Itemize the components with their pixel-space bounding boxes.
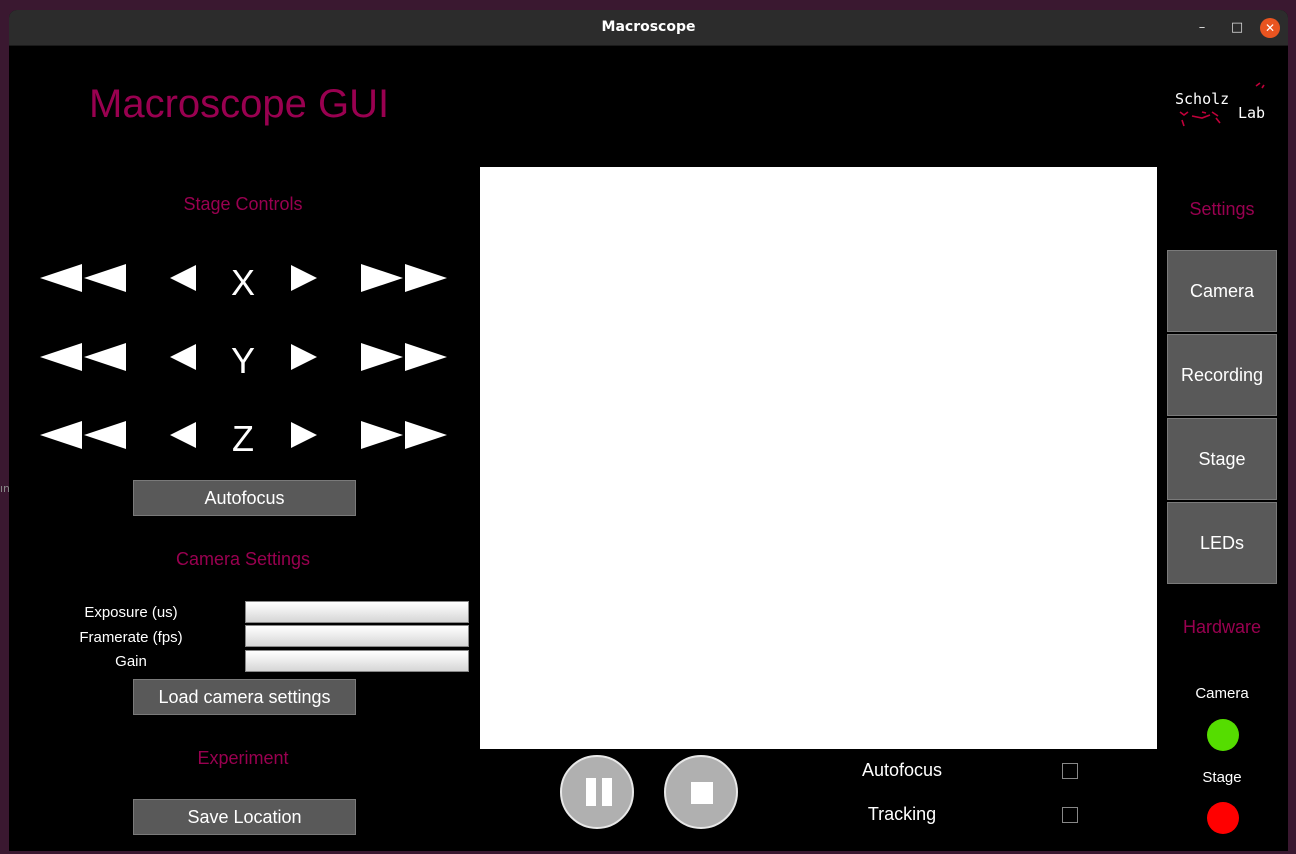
- x-forward-icon[interactable]: [291, 264, 319, 292]
- camera-status-indicator: [1207, 719, 1239, 751]
- experiment-heading: Experiment: [197, 748, 289, 768]
- gain-field[interactable]: [245, 650, 469, 672]
- tracking-toggle-label: Tracking: [867, 804, 937, 824]
- y-fast-backward-icon[interactable]: [40, 341, 128, 373]
- pause-icon: [586, 778, 596, 806]
- hardware-camera-label: Camera: [1195, 685, 1249, 702]
- minimize-icon[interactable]: –: [1192, 18, 1212, 38]
- y-forward-icon[interactable]: [291, 343, 319, 371]
- axis-label-y: Y: [230, 340, 255, 381]
- settings-camera-button[interactable]: Camera: [1167, 250, 1277, 332]
- settings-stage-button[interactable]: Stage: [1167, 418, 1277, 500]
- autofocus-checkbox[interactable]: [1062, 763, 1078, 779]
- stage-controls-heading: Stage Controls: [183, 194, 303, 214]
- hardware-heading: Hardware: [1182, 617, 1262, 637]
- camera-view: [480, 167, 1157, 749]
- axis-label-x: X: [230, 262, 255, 303]
- logo-text-scholz: Scholz: [1175, 90, 1230, 108]
- pause-button[interactable]: [560, 755, 634, 829]
- framerate-label: Framerate (fps): [79, 629, 183, 646]
- tracking-checkbox[interactable]: [1062, 807, 1078, 823]
- maximize-icon[interactable]: □: [1227, 18, 1247, 38]
- z-forward-icon[interactable]: [291, 421, 319, 449]
- load-camera-settings-button[interactable]: Load camera settings: [133, 679, 356, 715]
- autofocus-toggle-label: Autofocus: [861, 760, 943, 780]
- camera-settings-heading: Camera Settings: [175, 549, 311, 569]
- window-title: Macroscope: [601, 19, 696, 35]
- exposure-field[interactable]: [245, 601, 469, 623]
- z-fast-forward-icon[interactable]: [361, 419, 449, 451]
- settings-recording-button[interactable]: Recording: [1167, 334, 1277, 416]
- x-backward-icon[interactable]: [170, 264, 198, 292]
- scholz-lab-logo: Scholz Lab: [1172, 82, 1282, 132]
- y-backward-icon[interactable]: [170, 343, 198, 371]
- y-fast-forward-icon[interactable]: [361, 341, 449, 373]
- app-title: Macroscope GUI: [89, 82, 390, 126]
- settings-heading: Settings: [1189, 199, 1255, 219]
- z-fast-backward-icon[interactable]: [40, 419, 128, 451]
- save-location-button[interactable]: Save Location: [133, 799, 356, 835]
- title-bar: Macroscope – □ ✕: [9, 10, 1288, 46]
- stage-status-indicator: [1207, 802, 1239, 834]
- close-icon[interactable]: ✕: [1260, 18, 1280, 38]
- x-fast-backward-icon[interactable]: [40, 262, 128, 294]
- main-window: Macroscope – □ ✕ Macroscope GUI Scholz L…: [9, 10, 1288, 851]
- stop-button[interactable]: [664, 755, 738, 829]
- logo-text-lab: Lab: [1238, 104, 1266, 122]
- hardware-stage-label: Stage: [1202, 769, 1242, 786]
- axis-label-z: Z: [232, 418, 254, 459]
- stop-icon: [691, 782, 713, 804]
- framerate-field[interactable]: [245, 625, 469, 647]
- exposure-label: Exposure (us): [84, 604, 178, 621]
- autofocus-button[interactable]: Autofocus: [133, 480, 356, 516]
- gain-label: Gain: [115, 653, 147, 670]
- z-backward-icon[interactable]: [170, 421, 198, 449]
- x-fast-forward-icon[interactable]: [361, 262, 449, 294]
- settings-leds-button[interactable]: LEDs: [1167, 502, 1277, 584]
- pause-icon-bar: [602, 778, 612, 806]
